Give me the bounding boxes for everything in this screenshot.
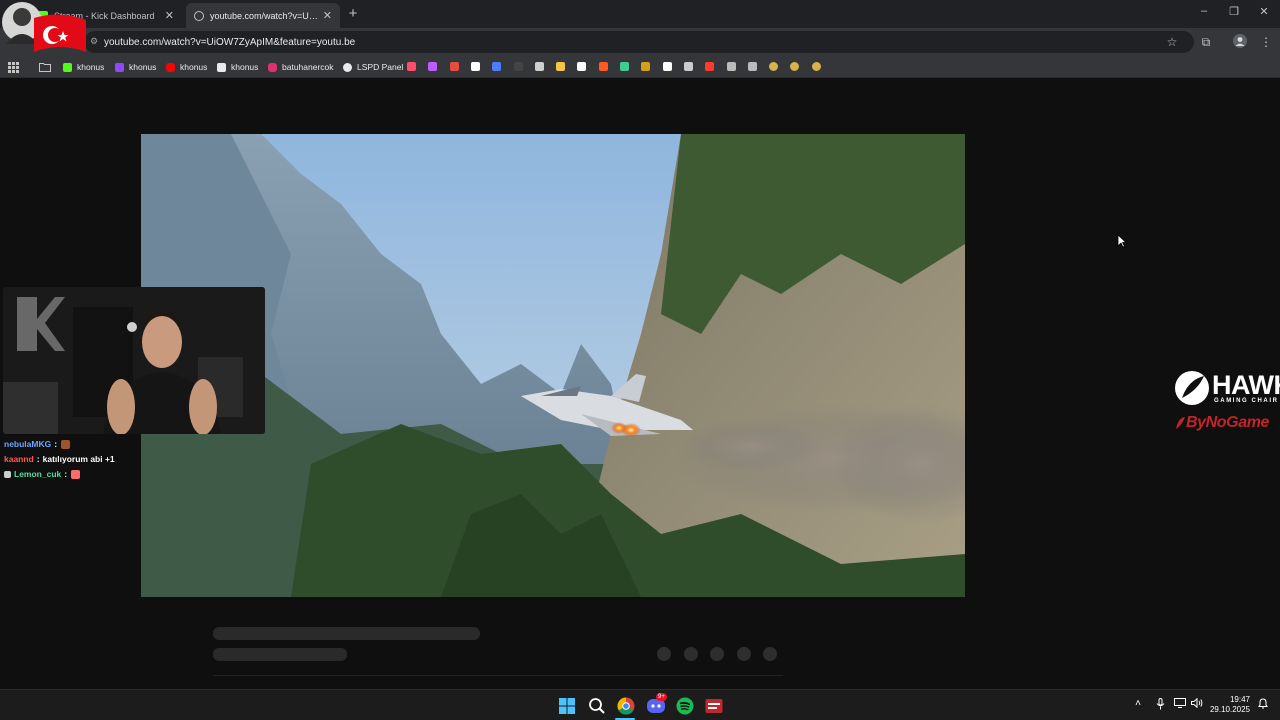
restore-button[interactable]: ❐ [1224,5,1244,18]
bookmark-favicon-icon[interactable] [747,62,757,71]
bookmark-favicon-icon[interactable] [683,62,693,71]
chat-username: kaannd [4,454,34,464]
tab-youtube[interactable]: youtube.com/watch?v=UiOW7ZyApIM&feature=… [186,3,340,28]
turkish-flag-avatar [0,0,86,60]
windows-start-icon[interactable] [557,696,577,716]
mouse-cursor-icon [1117,234,1127,248]
chat-message: nebulaMKG: [4,437,115,452]
clock-date: 29.10.2025 [1209,705,1250,714]
globe-favicon-icon [194,10,204,21]
taskbar-clock[interactable]: 19:47 29.10.2025 [1210,695,1250,715]
bookmark-favicon-icon[interactable] [492,62,502,71]
chrome-icon[interactable] [616,696,636,716]
tab-title: youtube.com/watch?v=UiOW7ZyApIM&feature=… [210,10,319,21]
chat-text: katılıyorum abi +1 [42,454,115,464]
apps-grid-icon[interactable] [8,60,19,74]
menu-kebab-icon[interactable]: ⋮ [1258,34,1274,50]
bookmark-favicon-icon[interactable] [641,62,651,71]
browser-toolbar: ⚙ youtube.com/watch?v=UiOW7ZyApIM&featur… [0,28,1280,56]
bookmark-x[interactable]: khonus [217,60,258,74]
instagram-icon [268,62,277,72]
close-window-button[interactable]: ✕ [1254,5,1274,18]
profile-avatar-icon[interactable] [1232,34,1248,50]
bookmark-instagram[interactable]: batuhanercok [268,60,334,74]
search-icon[interactable] [587,696,607,716]
display-icon[interactable] [1173,698,1187,711]
loading-dot [737,647,751,661]
title-skeleton [213,627,480,640]
lspd-icon [343,62,352,72]
badge-icon [4,471,11,478]
tab-strip: Stream - Kick Dashboard ✕ youtube.com/wa… [0,0,1280,28]
bookmark-youtube[interactable]: khonus [166,60,207,74]
notification-bell-icon[interactable] [1256,698,1270,712]
bookmark-star-icon[interactable]: ☆ [1164,34,1180,50]
bookmarks-bar: khonus khonus khonus khonus batuhanercok… [0,56,1280,78]
sponsor-brand: HAWK [1212,370,1280,400]
sponsor-logo: HAWK GAMING CHAIR ByNoGame [1172,368,1280,436]
folder-icon[interactable] [39,60,51,74]
bookmark-favicon-icon[interactable] [556,62,566,71]
windows-taskbar: 9+ ˄ 19:47 29.10.2025 [0,689,1280,720]
address-bar[interactable]: ⚙ youtube.com/watch?v=UiOW7ZyApIM&featur… [84,31,1194,53]
sponsor-tagline: GAMING CHAIR [1214,398,1279,404]
bookmark-favicon-icon[interactable] [513,62,523,71]
app-red-icon[interactable] [704,696,724,716]
subtitle-skeleton [213,648,347,661]
hawk-feather-icon [1175,371,1209,405]
close-tab-icon[interactable]: ✕ [165,9,174,22]
bookmark-kick[interactable]: khonus [63,60,104,74]
bookmark-favicon-icon[interactable] [726,62,736,71]
kick-icon [63,62,72,72]
bookmark-favicon-icon[interactable] [449,62,459,71]
bookmark-favicon-icon[interactable] [470,62,480,71]
spotify-icon[interactable] [675,696,695,716]
bookmark-twitch[interactable]: khonus [115,60,156,74]
bookmark-favicon-icon[interactable] [577,62,587,71]
chat-message: kaannd: katılıyorum abi +1 [4,452,115,467]
x-icon [217,62,226,72]
twitch-icon [115,62,124,72]
loading-dot [684,647,698,661]
bookmark-favicon-icon[interactable] [769,62,779,71]
new-tab-button[interactable]: + [344,5,362,22]
youtube-icon [166,62,175,72]
site-info-icon[interactable]: ⚙ [90,36,98,47]
bynogame-icon [1176,417,1185,429]
bookmark-favicon-icon[interactable] [790,62,800,71]
chat-message: Lemon_cuk: [4,467,115,482]
close-tab-icon[interactable]: ✕ [323,9,332,22]
chat-username: nebulaMKG [4,439,52,449]
bookmark-favicon-icon[interactable] [428,62,438,71]
volume-icon[interactable] [1190,697,1204,711]
clock-time: 19:47 [1229,695,1250,704]
bookmark-favicon-icon[interactable] [620,62,629,71]
discord-badge: 9+ [656,693,667,701]
chevron-up-icon[interactable]: ˄ [1131,698,1145,709]
microphone-icon[interactable] [1153,698,1167,713]
sponsor-byline: ByNoGame [1186,414,1270,431]
bookmark-favicon-icon[interactable] [407,62,416,71]
extensions-icon[interactable]: ⧉ [1198,34,1214,50]
divider [213,675,783,676]
bookmark-favicon-icon[interactable] [598,62,608,71]
emote-icon [71,470,81,479]
loading-dot [657,647,671,661]
streamer-webcam [3,287,265,434]
stream-chat: nebulaMKG: kaannd: katılıyorum abi +1 Lem… [4,437,115,482]
bookmark-favicon-icon[interactable] [811,62,821,71]
bookmark-favicon-icon[interactable] [705,62,715,71]
loading-dot [710,647,724,661]
loading-dot [763,647,777,661]
chat-username: Lemon_cuk [14,469,62,479]
emote-icon [61,440,71,449]
url-text: youtube.com/watch?v=UiOW7ZyApIM&feature=… [104,36,356,48]
bookmark-lspd-panel[interactable]: LSPD Panel [343,60,403,74]
minimize-button[interactable]: – [1194,5,1214,17]
bookmark-favicon-icon[interactable] [534,62,544,71]
bookmark-favicon-icon[interactable] [662,62,672,71]
